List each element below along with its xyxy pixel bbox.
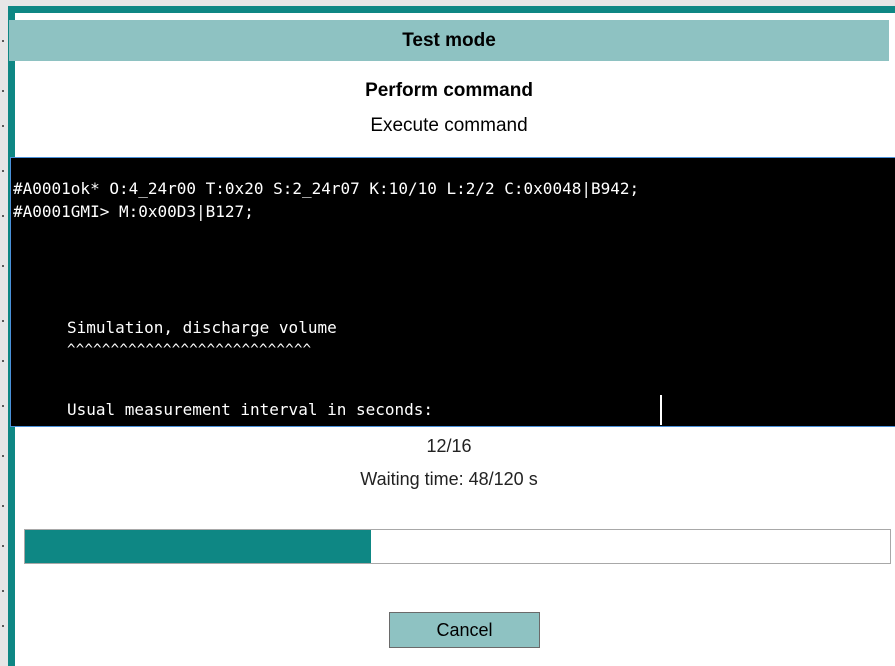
cancel-button[interactable]: Cancel xyxy=(389,612,540,648)
perform-command-heading: Perform command xyxy=(365,80,533,101)
execute-command-subheading: Execute command xyxy=(370,115,528,136)
console-output[interactable]: #A0001ok* O:4_24r00 T:0x20 S:2_24r07 K:1… xyxy=(10,157,895,427)
dialog-title: Test mode xyxy=(9,20,889,61)
console-line: ^^^^^^^^^^^^^^^^^^^^^^^^^^^^ xyxy=(67,342,312,358)
console-line: Simulation, discharge volume xyxy=(67,318,337,337)
console-line: #A0001ok* O:4_24r00 T:0x20 S:2_24r07 K:1… xyxy=(13,179,640,198)
console-line: #A0001GMI> M:0x00D3|B127; xyxy=(13,202,254,221)
text-cursor xyxy=(660,395,662,425)
waiting-time-label: Waiting time: 48/120 s xyxy=(360,469,538,489)
step-counter: 12/16 xyxy=(426,436,472,456)
console-line: Usual measurement interval in seconds: xyxy=(67,400,434,419)
window-edge-ticks xyxy=(0,0,8,657)
progress-bar-fill xyxy=(25,530,371,563)
progress-bar xyxy=(24,529,891,564)
